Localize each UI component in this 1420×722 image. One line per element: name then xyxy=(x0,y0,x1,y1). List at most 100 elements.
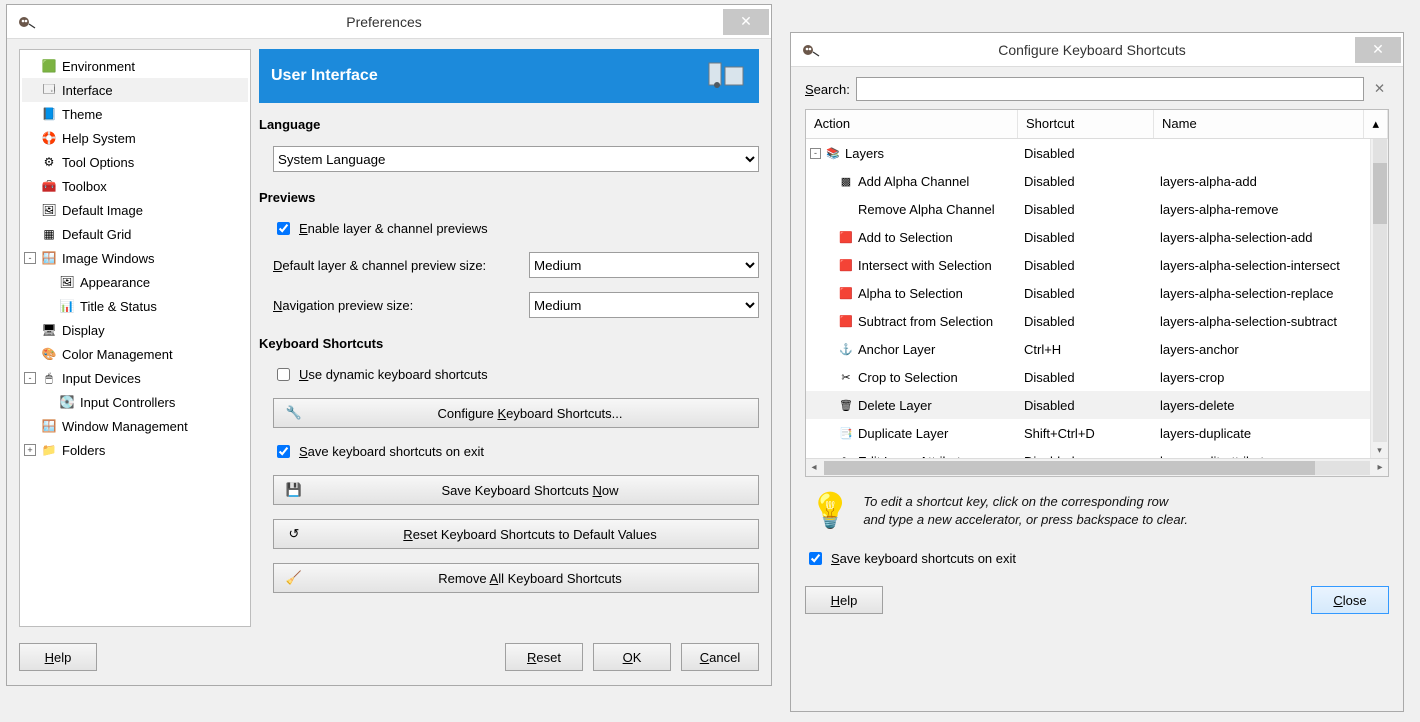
language-select[interactable]: System Language xyxy=(273,146,759,172)
use-dynamic-shortcuts-label[interactable]: Use dynamic keyboard shortcuts xyxy=(299,367,488,382)
broom-icon: 🧹 xyxy=(280,570,308,586)
sidebar-item-default-grid[interactable]: ▦Default Grid xyxy=(22,222,248,246)
sidebar-item-toolbox[interactable]: 🧰Toolbox xyxy=(22,174,248,198)
category-icon: 🖼 xyxy=(40,202,58,218)
col-shortcut[interactable]: Shortcut xyxy=(1018,110,1154,138)
save-shortcuts-on-exit-label[interactable]: Save keyboard shortcuts on exit xyxy=(299,444,484,459)
cancel-button[interactable]: Cancel xyxy=(681,643,759,671)
shortcut-value: Disabled xyxy=(1018,230,1154,245)
sidebar-item-help-system[interactable]: 🛟Help System xyxy=(22,126,248,150)
shortcut-row[interactable]: ▩Add Alpha ChannelDisabledlayers-alpha-a… xyxy=(806,167,1388,195)
use-dynamic-shortcuts-checkbox[interactable] xyxy=(277,368,290,381)
sidebar-item-input-controllers[interactable]: 💽Input Controllers xyxy=(22,390,248,414)
action-icon: 🟥 xyxy=(838,231,854,244)
action-name: layers-alpha-selection-intersect xyxy=(1154,258,1388,273)
shortcuts-titlebar: Configure Keyboard Shortcuts ✕ xyxy=(791,33,1403,67)
preferences-main-panel: User Interface Language System Language … xyxy=(259,49,759,627)
sidebar-item-input-devices[interactable]: -🖱Input Devices xyxy=(22,366,248,390)
sidebar-item-label: Theme xyxy=(62,107,102,122)
help-button[interactable]: Help xyxy=(19,643,97,671)
shortcut-row[interactable]: 🟥Add to SelectionDisabledlayers-alpha-se… xyxy=(806,223,1388,251)
category-icon: 🪟 xyxy=(40,250,58,266)
action-label: Add Alpha Channel xyxy=(858,174,969,189)
search-input[interactable] xyxy=(856,77,1364,101)
section-header-icons xyxy=(707,61,747,91)
preferences-close-button[interactable]: ✕ xyxy=(723,9,769,35)
enable-previews-label[interactable]: Enable layer & channel previews xyxy=(299,221,488,236)
action-icon: 🟥 xyxy=(838,259,854,272)
section-header-title: User Interface xyxy=(271,67,378,85)
col-scroll-up-icon[interactable]: ▴ xyxy=(1364,110,1388,138)
save-shortcuts-on-exit-checkbox-2[interactable] xyxy=(809,552,822,565)
reset-button[interactable]: Reset xyxy=(505,643,583,671)
sidebar-item-tool-options[interactable]: ⚙Tool Options xyxy=(22,150,248,174)
action-name: layers-anchor xyxy=(1154,342,1388,357)
enable-previews-checkbox[interactable] xyxy=(277,222,290,235)
sidebar-item-environment[interactable]: 🟩Environment xyxy=(22,54,248,78)
action-label: Add to Selection xyxy=(858,230,953,245)
hint-text: To edit a shortcut key, click on the cor… xyxy=(863,493,1188,529)
shortcut-value: Disabled xyxy=(1018,314,1154,329)
horizontal-scrollbar[interactable]: ◂ ▸ xyxy=(806,458,1388,476)
action-name: layers-duplicate xyxy=(1154,426,1388,441)
preferences-category-tree[interactable]: 🟩Environment🗔Interface📘Theme🛟Help System… xyxy=(19,49,251,627)
action-label: Subtract from Selection xyxy=(858,314,993,329)
remove-all-shortcuts-button[interactable]: 🧹 Remove All Keyboard Shortcuts xyxy=(273,563,759,593)
sidebar-item-title-status[interactable]: 📊Title & Status xyxy=(22,294,248,318)
category-icon: 🖼 xyxy=(58,274,76,290)
row-expander[interactable]: - xyxy=(810,148,821,159)
shortcut-row[interactable]: ✎Edit Layer Attributes...Disabledlayers-… xyxy=(806,447,1388,458)
col-action[interactable]: Action xyxy=(806,110,1018,138)
navigation-preview-size-select[interactable]: Medium xyxy=(529,292,759,318)
category-icon: 🟩 xyxy=(40,58,58,74)
category-icon: 🧰 xyxy=(40,178,58,194)
shortcut-row[interactable]: 🟥Intersect with SelectionDisabledlayers-… xyxy=(806,251,1388,279)
sidebar-item-default-image[interactable]: 🖼Default Image xyxy=(22,198,248,222)
shortcut-row[interactable]: ✂Crop to SelectionDisabledlayers-crop xyxy=(806,363,1388,391)
tree-expander[interactable]: - xyxy=(24,252,36,264)
default-preview-size-select[interactable]: Medium xyxy=(529,252,759,278)
save-shortcuts-on-exit-checkbox[interactable] xyxy=(277,445,290,458)
reset-shortcuts-button[interactable]: ↺ Reset Keyboard Shortcuts to Default Va… xyxy=(273,519,759,549)
sidebar-item-color-management[interactable]: 🎨Color Management xyxy=(22,342,248,366)
ok-button[interactable]: OK xyxy=(593,643,671,671)
sidebar-item-theme[interactable]: 📘Theme xyxy=(22,102,248,126)
sidebar-item-image-windows[interactable]: -🪟Image Windows xyxy=(22,246,248,270)
help-button-2[interactable]: Help xyxy=(805,586,883,614)
category-icon: 🪟 xyxy=(40,418,58,434)
category-icon: ⚙ xyxy=(40,154,58,170)
sidebar-item-window-management[interactable]: 🪟Window Management xyxy=(22,414,248,438)
save-shortcuts-on-exit-label-2[interactable]: Save keyboard shortcuts on exit xyxy=(831,551,1016,566)
shortcut-row[interactable]: 📑Duplicate LayerShift+Ctrl+Dlayers-dupli… xyxy=(806,419,1388,447)
configure-shortcuts-button[interactable]: 🔧 Configure Keyboard Shortcuts... xyxy=(273,398,759,428)
shortcut-row[interactable]: Remove Alpha ChannelDisabledlayers-alpha… xyxy=(806,195,1388,223)
category-icon: 🖱 xyxy=(40,370,58,386)
sidebar-item-folders[interactable]: +📁Folders xyxy=(22,438,248,462)
close-button[interactable]: Close xyxy=(1311,586,1389,614)
clear-search-icon[interactable]: ✕ xyxy=(1370,81,1389,97)
shortcut-row[interactable]: ⚓Anchor LayerCtrl+Hlayers-anchor xyxy=(806,335,1388,363)
col-name[interactable]: Name xyxy=(1154,110,1364,138)
sidebar-item-interface[interactable]: 🗔Interface xyxy=(22,78,248,102)
shortcut-value: Disabled xyxy=(1018,146,1154,161)
action-icon: 📚 xyxy=(825,147,841,160)
table-body[interactable]: -📚LayersDisabled▩Add Alpha ChannelDisabl… xyxy=(806,139,1388,458)
category-icon: 🖥 xyxy=(40,322,58,338)
preferences-title: Preferences xyxy=(45,14,723,30)
shortcut-row[interactable]: 🗑Delete LayerDisabledlayers-delete xyxy=(806,391,1388,419)
action-icon: ⚓ xyxy=(838,343,854,356)
category-icon: 💽 xyxy=(58,394,76,410)
save-shortcuts-now-button[interactable]: 💾 Save Keyboard Shortcuts Now xyxy=(273,475,759,505)
shortcuts-close-button[interactable]: ✕ xyxy=(1355,37,1401,63)
tree-expander[interactable]: + xyxy=(24,444,36,456)
vertical-scrollbar[interactable]: ▾ xyxy=(1370,139,1388,458)
shortcut-row[interactable]: -📚LayersDisabled xyxy=(806,139,1388,167)
sidebar-item-appearance[interactable]: 🖼Appearance xyxy=(22,270,248,294)
action-icon: ✂ xyxy=(838,371,854,384)
wrench-icon: 🔧 xyxy=(280,405,308,421)
table-header: Action Shortcut Name ▴ xyxy=(806,110,1388,139)
shortcut-row[interactable]: 🟥Subtract from SelectionDisabledlayers-a… xyxy=(806,307,1388,335)
sidebar-item-display[interactable]: 🖥Display xyxy=(22,318,248,342)
tree-expander[interactable]: - xyxy=(24,372,36,384)
shortcut-row[interactable]: 🟥Alpha to SelectionDisabledlayers-alpha-… xyxy=(806,279,1388,307)
